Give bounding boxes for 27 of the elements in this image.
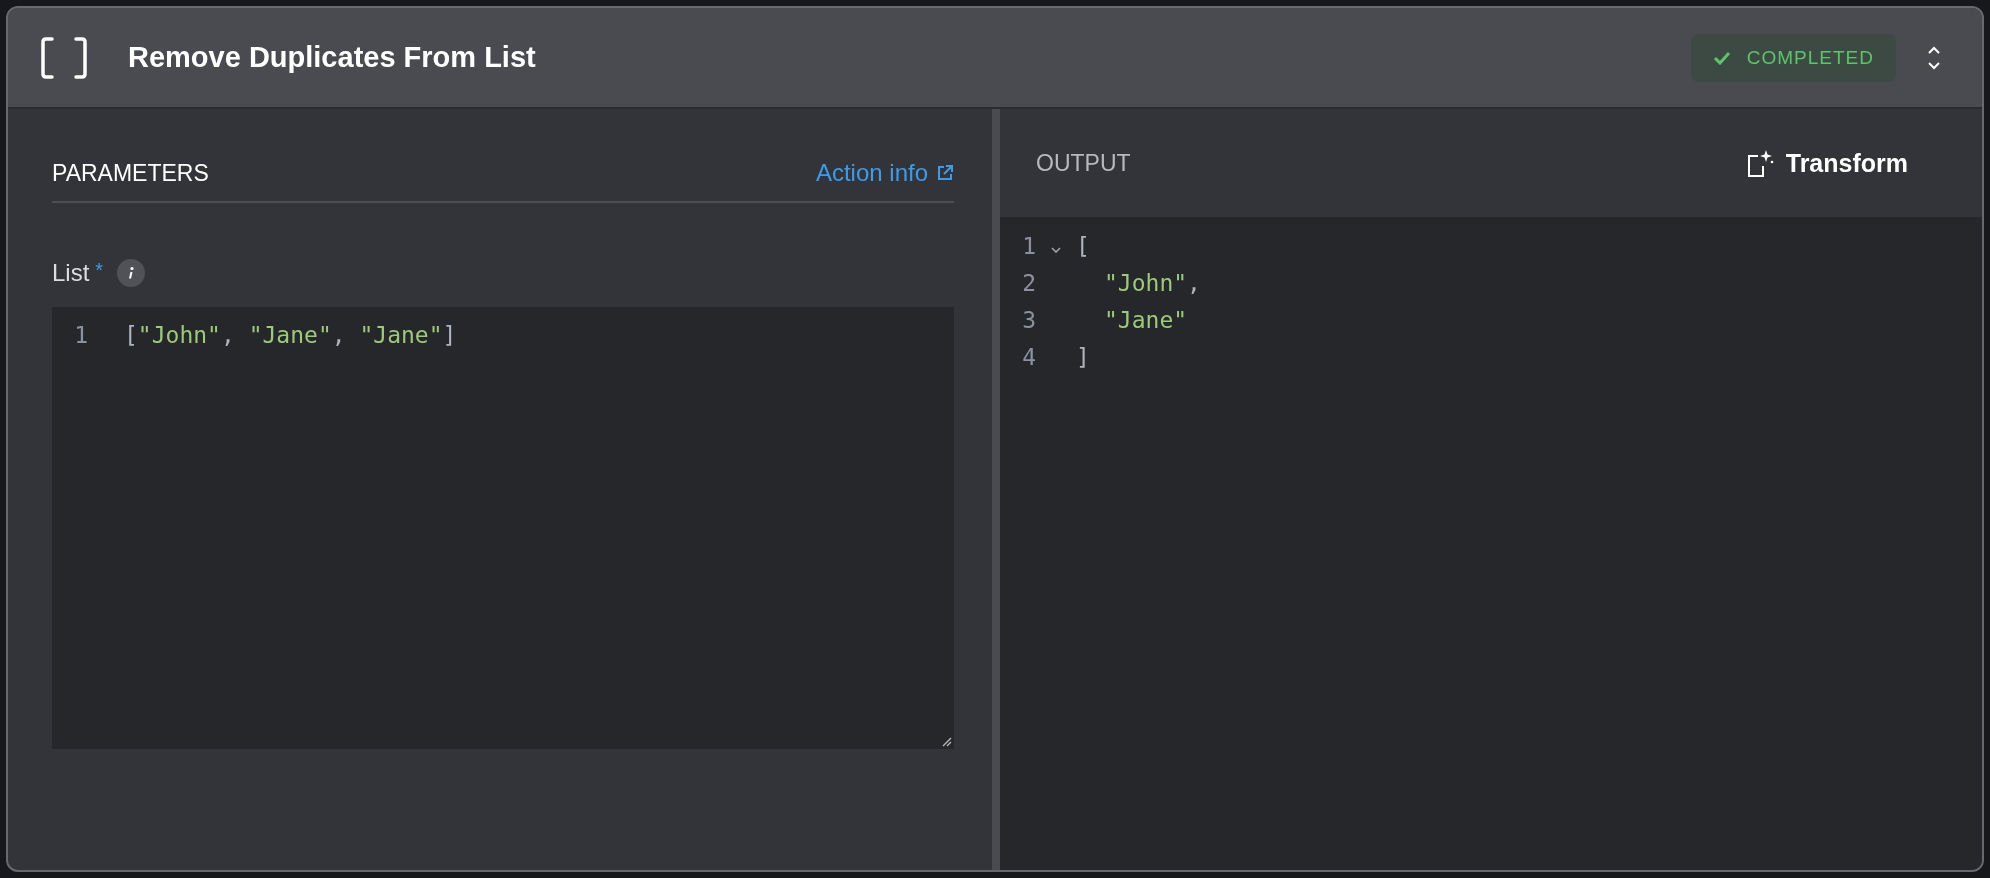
code-line: [ (1076, 232, 1090, 259)
fold-caret-icon[interactable] (1050, 244, 1062, 255)
code-line: "Jane" (1103, 306, 1188, 333)
external-link-icon (936, 164, 954, 182)
line-number: 3 (1021, 306, 1036, 333)
brackets-icon (40, 35, 88, 80)
required-mark: * (95, 259, 104, 282)
action-info-link[interactable]: Action info (815, 159, 954, 187)
field-label: List (52, 259, 90, 287)
code-line: "John", (1103, 269, 1201, 296)
status-badge: COMPLETED (1690, 33, 1896, 82)
resize-grip-icon[interactable] (940, 735, 952, 747)
code-editor[interactable]: 1 ["John", "Jane", "Jane"] (52, 307, 954, 749)
info-icon (117, 259, 146, 287)
transform-button[interactable]: Transform (1745, 148, 1908, 178)
line-number: 4 (1021, 343, 1036, 370)
line-number: 1 (73, 322, 88, 348)
code-line: ] (1076, 343, 1090, 370)
check-icon (1712, 50, 1731, 65)
line-number: 1 (1021, 232, 1036, 259)
card-title: Remove Duplicates From List (128, 41, 536, 74)
expand-collapse-icon[interactable] (1926, 44, 1942, 71)
line-number: 2 (1021, 269, 1036, 296)
code-line: ["John", "Jane", "Jane"] (124, 322, 457, 348)
section-heading: PARAMETERS (52, 159, 209, 187)
sparkle-square-icon (1745, 148, 1774, 178)
section-heading: OUTPUT (1036, 149, 1131, 177)
